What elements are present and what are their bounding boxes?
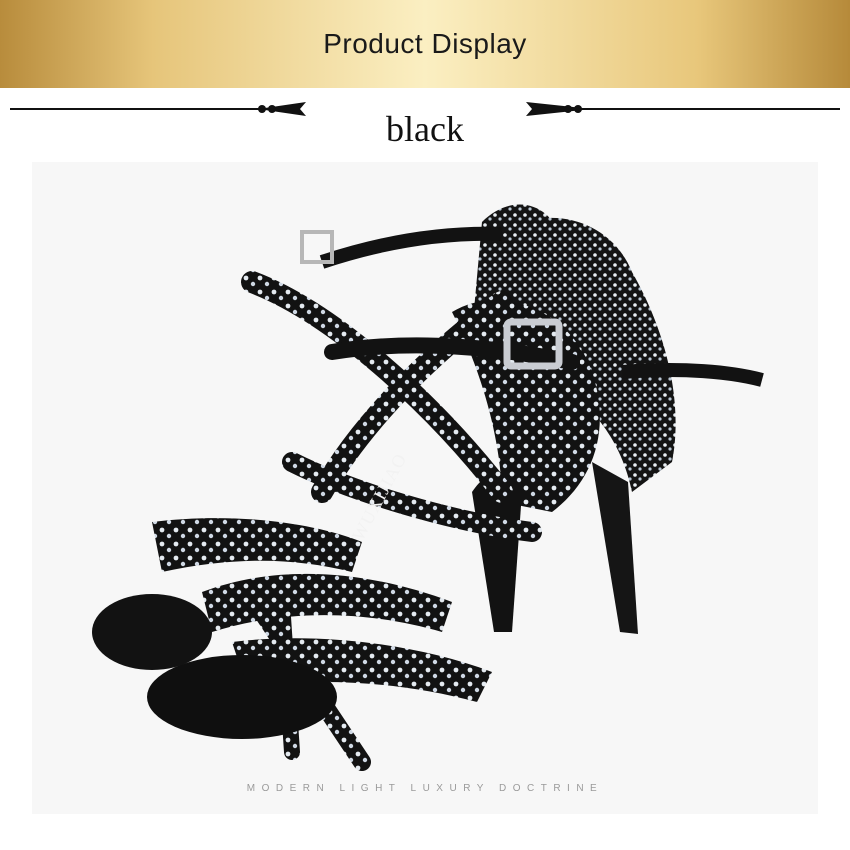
footer-tagline: MODERN LIGHT LUXURY DOCTRINE <box>246 783 604 794</box>
product-photo: WUXIJIAO <box>32 162 818 814</box>
front-sole <box>147 655 337 739</box>
banner-title: Product Display <box>323 28 527 59</box>
back-sole <box>92 594 212 670</box>
dance-shoe-illustration: WUXIJIAO <box>92 204 764 771</box>
color-variant-label: black <box>386 109 464 149</box>
header-banner: Product Display <box>0 0 850 88</box>
